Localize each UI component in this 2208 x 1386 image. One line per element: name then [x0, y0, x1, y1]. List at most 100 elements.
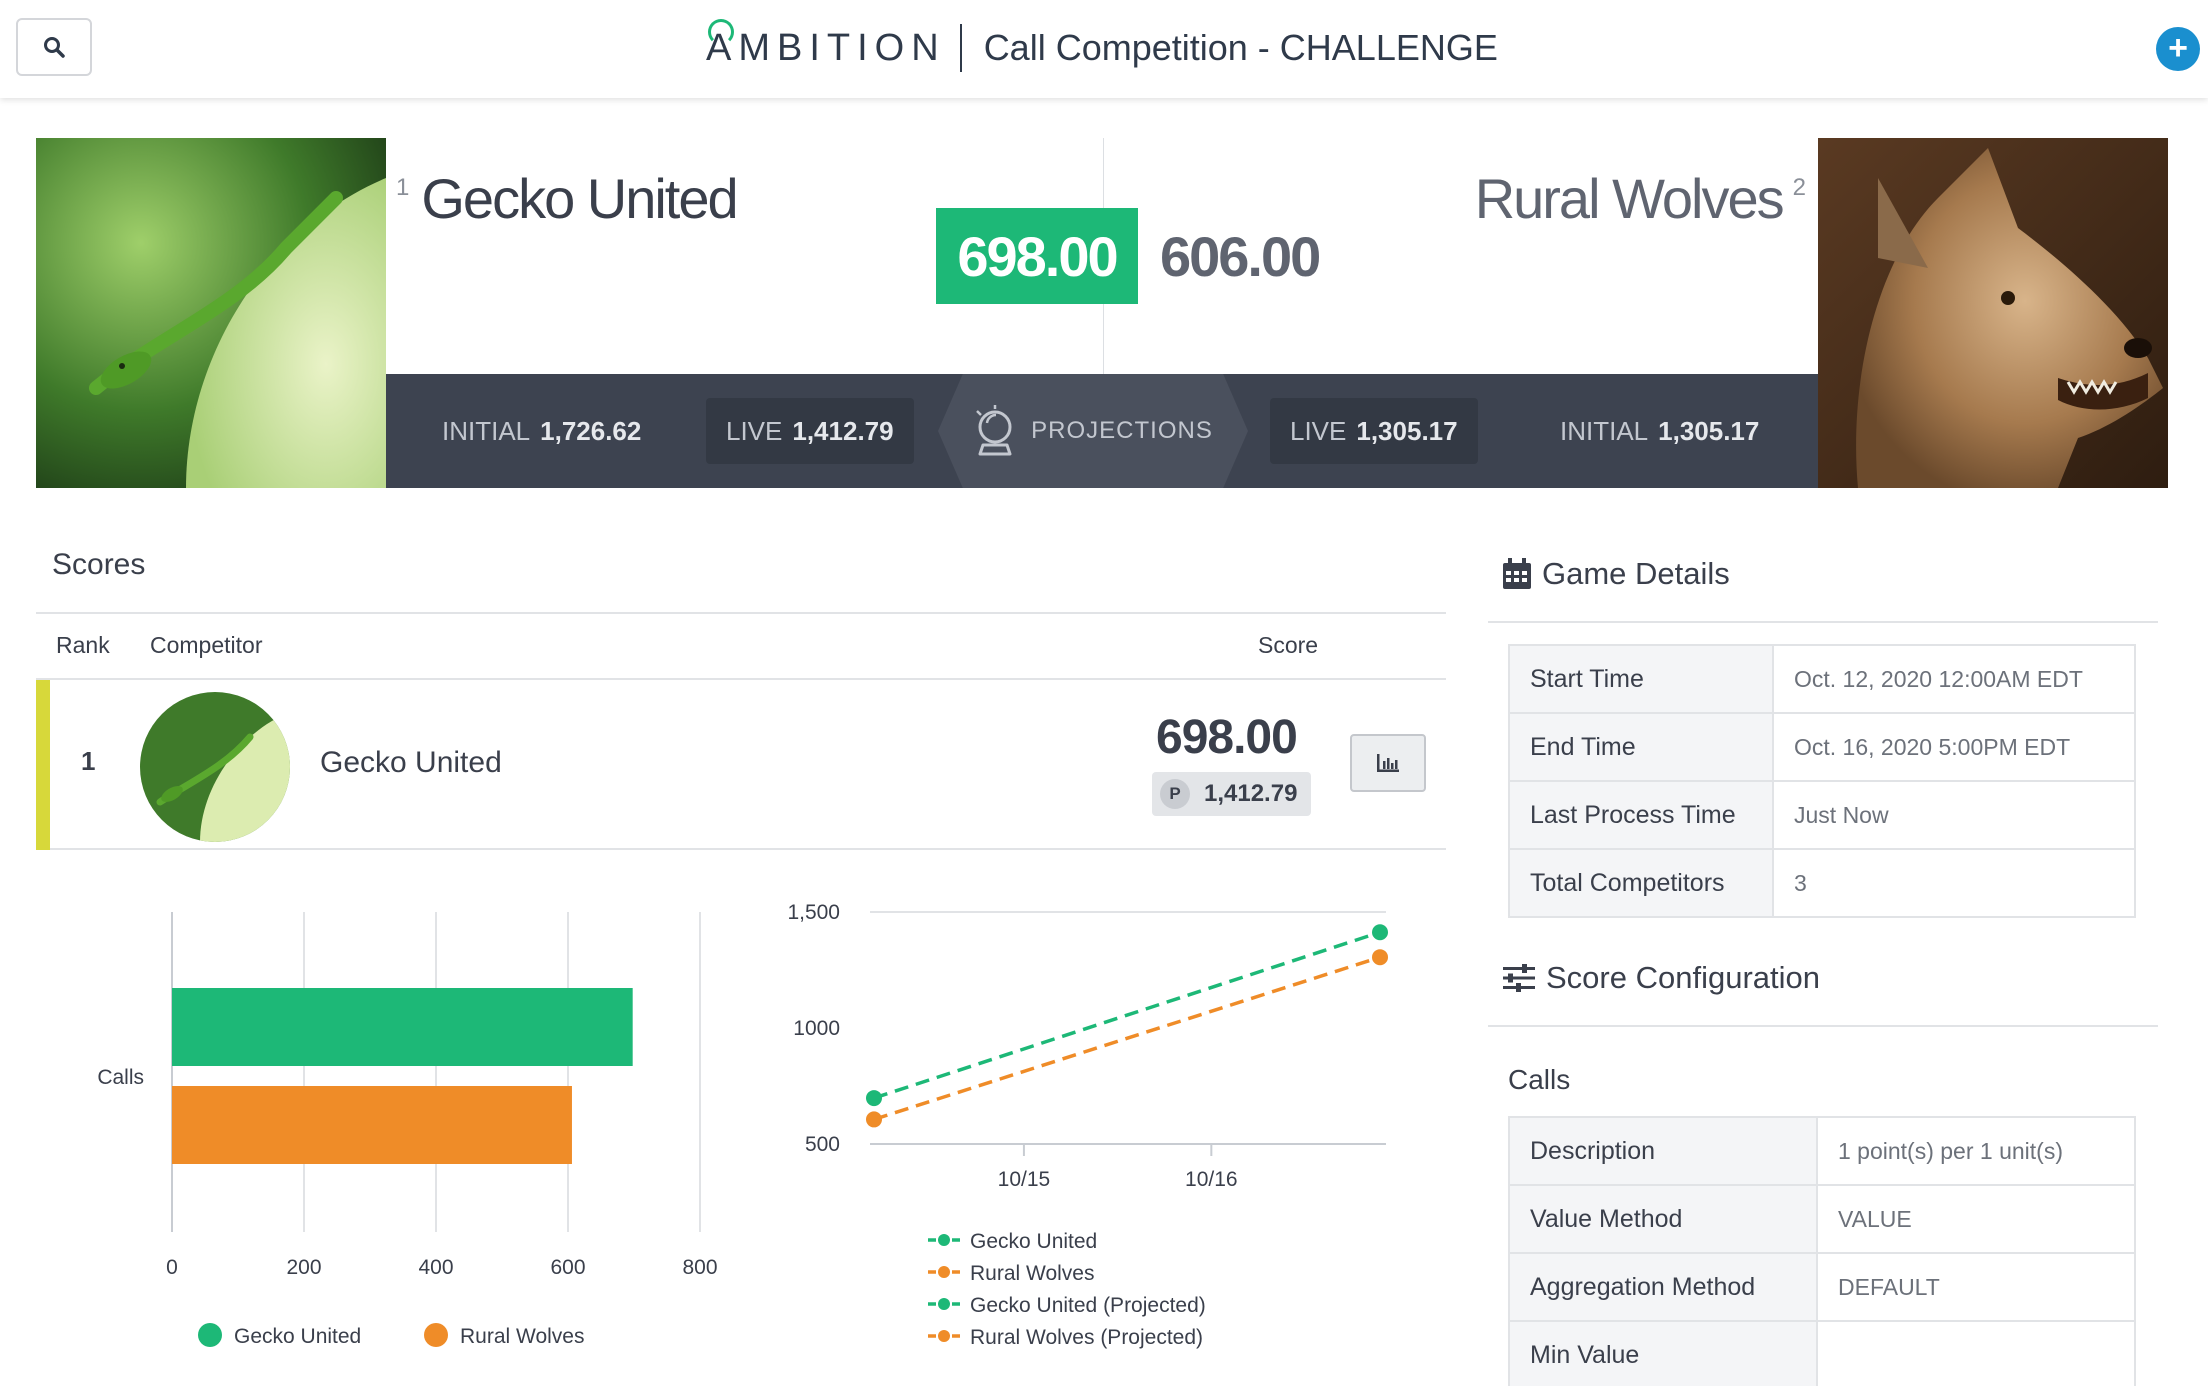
legend-marker	[424, 1323, 448, 1347]
crystal-ball-icon	[976, 405, 1012, 456]
right-team-name: Rural Wolves	[1474, 167, 1785, 230]
rank-accent	[36, 680, 50, 850]
config-row: Aggregation Method DEFAULT	[1508, 1252, 2136, 1322]
top-bar: AMBITION Call Competition - CHALLENGE +	[0, 0, 2208, 98]
config-key: Min Value	[1508, 1320, 1818, 1386]
score-config-table: Description 1 point(s) per 1 unit(s) Valu…	[1508, 1116, 2136, 1386]
detail-value: Oct. 16, 2020 5:00PM EDT	[1772, 712, 2136, 782]
divider	[1488, 621, 2158, 623]
wolf-team-image	[1818, 138, 2168, 488]
config-value: DEFAULT	[1816, 1252, 2136, 1322]
detail-value: 3	[1772, 848, 2136, 918]
left-team-name: Gecko United	[421, 167, 738, 230]
config-key: Value Method	[1508, 1184, 1818, 1254]
detail-key: Total Competitors	[1508, 848, 1774, 918]
left-team-rank: 1	[396, 174, 410, 201]
right-team-heading[interactable]: Rural Wolves 2	[1475, 166, 1806, 231]
config-key: Description	[1508, 1116, 1818, 1186]
detail-key: End Time	[1508, 712, 1774, 782]
right-team-rank: 2	[1792, 174, 1806, 201]
config-value: VALUE	[1816, 1184, 2136, 1254]
detail-row: End Time Oct. 16, 2020 5:00PM EDT	[1508, 712, 2136, 782]
x-tick-label: 800	[682, 1256, 717, 1279]
x-tick-label: 600	[550, 1256, 585, 1279]
calendar-icon	[1503, 558, 1531, 589]
legend-marker-dot	[938, 1330, 950, 1342]
x-tick-label: 10/15	[998, 1168, 1051, 1191]
legend-marker	[198, 1323, 222, 1347]
right-initial: INITIAL 1,305.17	[1560, 415, 1760, 446]
detail-row: Total Competitors 3	[1508, 848, 2136, 918]
legend-label: Rural Wolves	[970, 1262, 1094, 1285]
row-projection: P 1,412.79	[1152, 772, 1312, 816]
x-tick-label: 0	[166, 1256, 178, 1279]
game-details-table: Start Time Oct. 12, 2020 12:00AM EDT End …	[1508, 644, 2136, 918]
view-chart-button[interactable]	[1350, 734, 1426, 792]
data-point	[866, 1111, 882, 1128]
divider	[36, 612, 1446, 614]
hero-scoreboard: 1 Gecko United 698.00 606.00 Rural Wolve…	[386, 138, 1818, 374]
projections-toggle[interactable]: PROJECTIONS	[938, 374, 1248, 488]
line-rural-wolves	[873, 955, 1381, 1122]
x-tick-label: 10/16	[1185, 1168, 1238, 1191]
bar-gecko-united	[172, 988, 633, 1066]
config-row: Value Method VALUE	[1508, 1184, 2136, 1254]
avatar	[140, 692, 290, 842]
col-rank: Rank	[56, 632, 110, 658]
sliders-icon	[1503, 964, 1535, 992]
detail-key: Start Time	[1508, 644, 1774, 714]
game-details-title: Game Details	[1502, 556, 1730, 592]
y-category-label: Calls	[97, 1066, 144, 1089]
legend-marker-dot	[938, 1234, 950, 1246]
bar-chart: 0 200 400 600 800 Calls Gecko United Rural Wolv…	[97, 912, 718, 1348]
legend-label: Rural Wolves (Projected)	[970, 1326, 1203, 1349]
divider	[1488, 1025, 2158, 1027]
projection-bar: INITIAL 1,726.62 LIVE 1,412.79 PROJECTIONS…	[386, 374, 1818, 488]
legend-label: Gecko United (Projected)	[970, 1294, 1206, 1317]
legend-label: Rural Wolves	[460, 1325, 584, 1348]
search-button[interactable]	[16, 18, 92, 76]
ambition-logo: AMBITION	[706, 18, 946, 70]
y-tick-label: 1000	[793, 1017, 840, 1040]
brand-divider	[959, 24, 962, 72]
config-section-title: Calls	[1508, 1064, 1571, 1095]
bar-rural-wolves	[172, 1086, 572, 1164]
config-row: Min Value	[1508, 1320, 2136, 1386]
y-tick-label: 1,500	[787, 901, 840, 924]
data-point	[1372, 924, 1388, 941]
row-score: 698.00	[1156, 711, 1298, 764]
config-value: 1 point(s) per 1 unit(s)	[1816, 1116, 2136, 1186]
config-row: Description 1 point(s) per 1 unit(s)	[1508, 1116, 2136, 1186]
line-chart: 1,500 1000 500 10/15 10/16 Gecko United Rural …	[787, 901, 1388, 1349]
data-point	[866, 1090, 882, 1107]
col-score: Score	[1258, 632, 1319, 658]
matchup-hero: 1 Gecko United 698.00 606.00 Rural Wolve…	[36, 138, 2168, 488]
col-competitor: Competitor	[150, 632, 263, 658]
projections-label: PROJECTIONS	[1031, 417, 1213, 444]
left-initial: INITIAL 1,726.62	[442, 415, 642, 446]
row-competitor-name: Gecko United	[320, 746, 502, 779]
detail-key: Last Process Time	[1508, 780, 1774, 850]
line-gecko-united	[873, 930, 1381, 1100]
data-point	[1372, 949, 1388, 966]
left-team-heading[interactable]: 1 Gecko United	[396, 166, 739, 231]
gecko-team-image	[36, 138, 386, 488]
table-row[interactable]: 1 Gecko United 698.00 P 1,412.79	[36, 680, 1446, 850]
score-config-title: Score Configuration	[1502, 960, 1820, 996]
row-rank: 1	[81, 746, 96, 776]
x-tick-label: 400	[418, 1256, 453, 1279]
config-key: Aggregation Method	[1508, 1252, 1818, 1322]
projection-badge: P	[1160, 779, 1190, 809]
scores-title: Scores	[52, 548, 146, 581]
add-button[interactable]: +	[2156, 27, 2200, 71]
config-value	[1816, 1320, 2136, 1386]
legend-label: Gecko United	[970, 1230, 1097, 1253]
detail-value: Oct. 12, 2020 12:00AM EDT	[1772, 644, 2136, 714]
left-live: LIVE 1,412.79	[706, 398, 914, 464]
right-team-score: 606.00	[1160, 224, 1321, 288]
bar-chart-icon	[1377, 754, 1399, 772]
search-icon	[44, 37, 65, 58]
legend-marker-dot	[938, 1266, 950, 1278]
detail-value: Just Now	[1772, 780, 2136, 850]
detail-row: Last Process Time Just Now	[1508, 780, 2136, 850]
